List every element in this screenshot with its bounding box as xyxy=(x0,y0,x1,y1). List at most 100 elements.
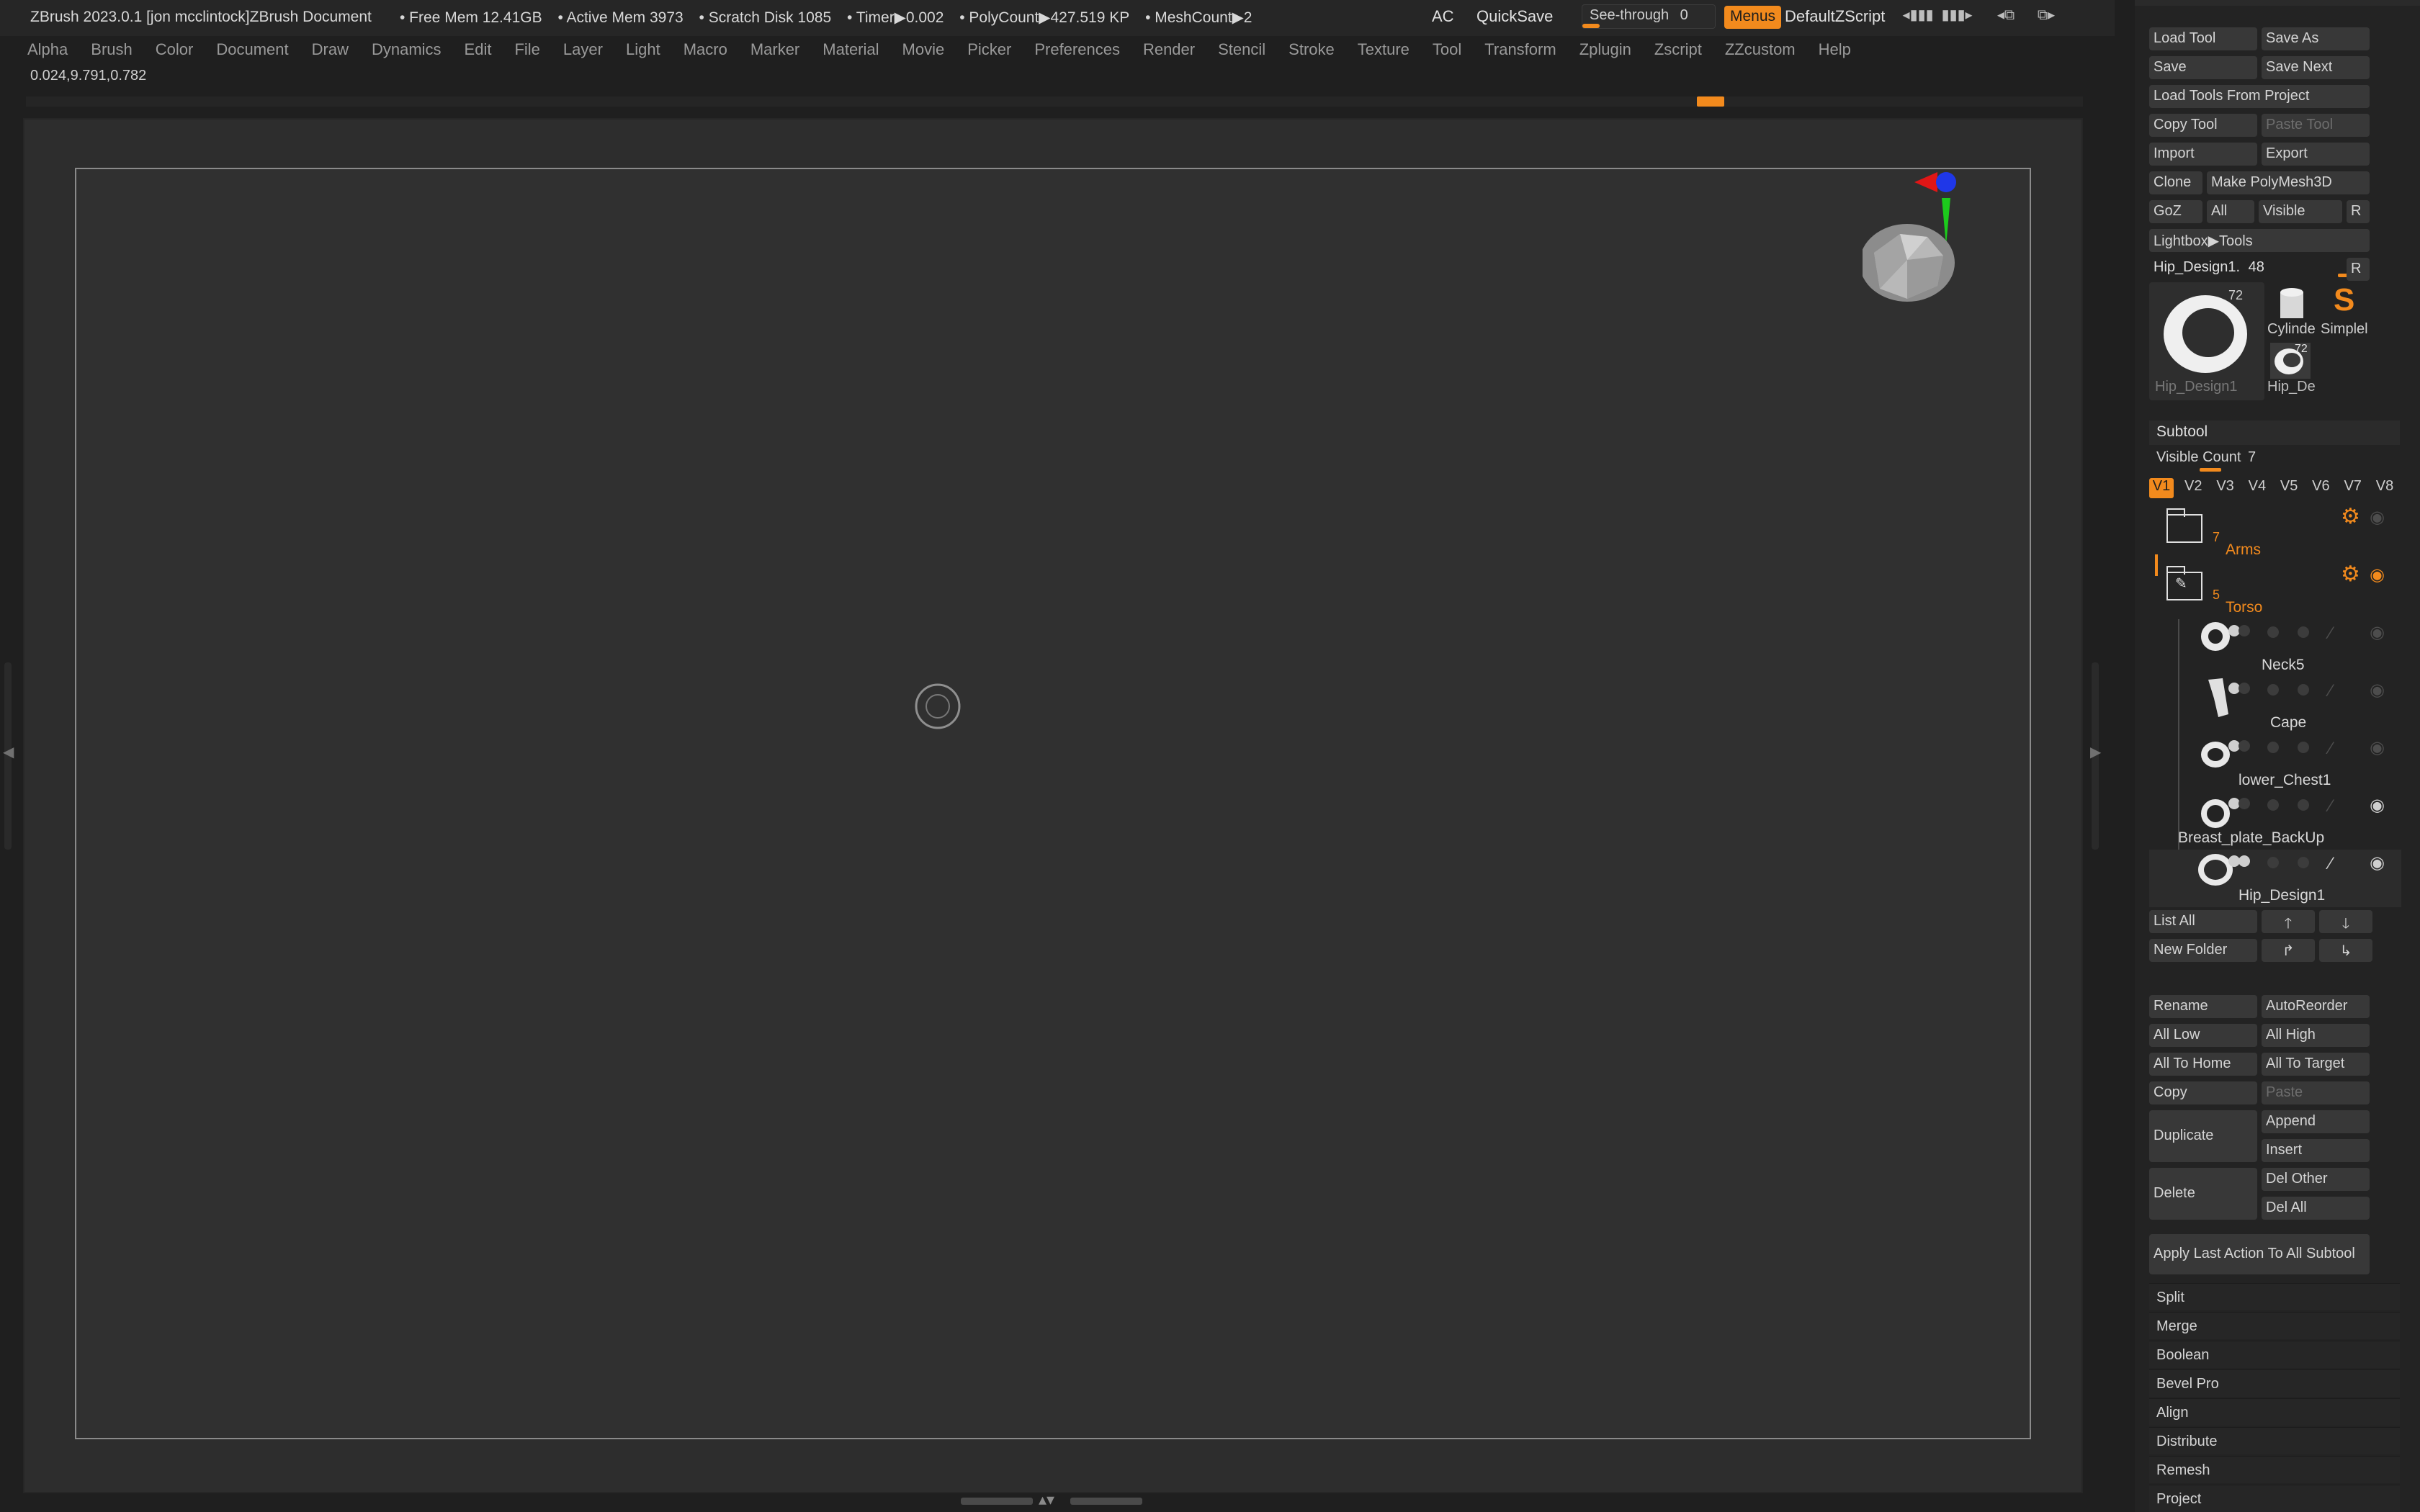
mask-dot[interactable] xyxy=(2298,684,2309,696)
load-tool-button[interactable]: Load Tool xyxy=(2149,27,2257,50)
solo-dot[interactable] xyxy=(2238,855,2250,867)
brush-icon[interactable]: ⁄ xyxy=(2329,681,2332,701)
visibility-eye-icon[interactable]: ◉ xyxy=(2370,795,2385,816)
load-tools-from-project-button[interactable]: Load Tools From Project xyxy=(2149,85,2370,108)
save-button[interactable]: Save xyxy=(2149,56,2257,79)
menu-zscript[interactable]: Zscript xyxy=(1654,40,1702,59)
document-canvas[interactable] xyxy=(75,168,2031,1439)
navigation-gizmo[interactable] xyxy=(1863,166,1963,325)
tool-thumbnail-simplebrush[interactable]: S Simplel xyxy=(2318,282,2380,341)
menu-transform[interactable]: Transform xyxy=(1484,40,1556,59)
all-to-target-button[interactable]: All To Target xyxy=(2262,1053,2370,1076)
menu-dynamics[interactable]: Dynamics xyxy=(372,40,442,59)
default-zscript-button[interactable]: DefaultZScript xyxy=(1785,7,1885,26)
solo-dot[interactable] xyxy=(2238,798,2250,809)
mask-dot[interactable] xyxy=(2298,857,2309,868)
remesh-section[interactable]: Remesh xyxy=(2149,1456,2400,1483)
brush-icon[interactable]: ⁄ xyxy=(2329,624,2332,644)
insert-button[interactable]: Insert xyxy=(2262,1139,2370,1162)
menu-zplugin[interactable]: Zplugin xyxy=(1579,40,1631,59)
left-tray-handle[interactable]: ◀ xyxy=(0,662,16,850)
menus-toggle[interactable]: Menus xyxy=(1724,6,1782,29)
menu-color[interactable]: Color xyxy=(156,40,194,59)
ui-expand-icon[interactable]: ▮▮▮▸ xyxy=(1940,6,1973,27)
all-high-button[interactable]: All High xyxy=(2262,1024,2370,1047)
visibility-eye-icon[interactable]: ◉ xyxy=(2370,852,2385,873)
menu-document[interactable]: Document xyxy=(216,40,288,59)
vset-tab-v4[interactable]: V4 xyxy=(2245,478,2269,498)
mask-dot[interactable] xyxy=(2298,742,2309,753)
menu-texture[interactable]: Texture xyxy=(1358,40,1410,59)
goz-r-button[interactable]: R xyxy=(2347,200,2370,223)
goz-all-button[interactable]: All xyxy=(2207,200,2254,223)
menu-edit[interactable]: Edit xyxy=(465,40,492,59)
vset-tab-v1[interactable]: V1 xyxy=(2149,478,2174,498)
new-folder-button[interactable]: New Folder xyxy=(2149,939,2257,962)
menu-picker[interactable]: Picker xyxy=(967,40,1011,59)
clone-button[interactable]: Clone xyxy=(2149,171,2202,194)
goz-button[interactable]: GoZ xyxy=(2149,200,2202,223)
menu-zzcustom[interactable]: ZZcustom xyxy=(1725,40,1796,59)
bevel-pro-section[interactable]: Bevel Pro xyxy=(2149,1369,2400,1397)
menu-alpha[interactable]: Alpha xyxy=(27,40,68,59)
tool-thumbnail-hip-de[interactable]: 72 Hip_De xyxy=(2264,341,2318,400)
lock-dot[interactable] xyxy=(2267,626,2279,638)
tool-thumbnail-main[interactable]: 72 Hip_Design1 xyxy=(2149,282,2264,400)
menu-material[interactable]: Material xyxy=(823,40,879,59)
lock-dot[interactable] xyxy=(2267,857,2279,868)
del-all-button[interactable]: Del All xyxy=(2262,1197,2370,1220)
mask-dot[interactable] xyxy=(2298,626,2309,638)
merge-section[interactable]: Merge xyxy=(2149,1312,2400,1339)
lock-dot[interactable] xyxy=(2267,684,2279,696)
project-section[interactable]: Project xyxy=(2149,1485,2400,1512)
ac-button[interactable]: AC xyxy=(1432,7,1454,26)
layout-icon[interactable]: ⧉▸ xyxy=(2030,6,2063,27)
menu-movie[interactable]: Movie xyxy=(902,40,945,59)
vset-tab-v5[interactable]: V5 xyxy=(2277,478,2301,498)
duplicate-button[interactable]: Duplicate xyxy=(2149,1110,2257,1162)
del-other-button[interactable]: Del Other xyxy=(2262,1168,2370,1191)
vset-tab-v7[interactable]: V7 xyxy=(2341,478,2365,498)
subtool-item-neck5[interactable]: ⁄ ◉ Neck5 xyxy=(2149,619,2401,677)
brush-icon[interactable]: ⁄ xyxy=(2329,796,2332,816)
copy-tool-button[interactable]: Copy Tool xyxy=(2149,114,2257,137)
autoreorder-button[interactable]: AutoReorder xyxy=(2262,995,2370,1018)
rename-button[interactable]: Rename xyxy=(2149,995,2257,1018)
mask-dot[interactable] xyxy=(2298,799,2309,811)
subtool-header[interactable]: Subtool xyxy=(2149,420,2400,445)
move-into-folder-button[interactable]: ↱ xyxy=(2262,939,2315,962)
menu-stroke[interactable]: Stroke xyxy=(1289,40,1335,59)
delete-button[interactable]: Delete xyxy=(2149,1168,2257,1220)
vset-tab-v2[interactable]: V2 xyxy=(2181,478,2205,498)
menu-layer[interactable]: Layer xyxy=(563,40,603,59)
tool-r-button[interactable]: R xyxy=(2347,258,2370,281)
goz-visible-button[interactable]: Visible xyxy=(2259,200,2342,223)
apply-last-action-button[interactable]: Apply Last Action To All Subtool xyxy=(2149,1234,2370,1274)
distribute-section[interactable]: Distribute xyxy=(2149,1427,2400,1454)
menu-light[interactable]: Light xyxy=(626,40,660,59)
solo-dot[interactable] xyxy=(2238,625,2250,636)
move-out-folder-button[interactable]: ↳ xyxy=(2319,939,2372,962)
boolean-section[interactable]: Boolean xyxy=(2149,1341,2400,1368)
align-section[interactable]: Align xyxy=(2149,1398,2400,1426)
vset-tab-v8[interactable]: V8 xyxy=(2372,478,2397,498)
lock-dot[interactable] xyxy=(2267,799,2279,811)
paste-tool-button[interactable]: Paste Tool xyxy=(2262,114,2370,137)
copy-subtool-button[interactable]: Copy xyxy=(2149,1081,2257,1104)
menu-brush[interactable]: Brush xyxy=(91,40,132,59)
menu-render[interactable]: Render xyxy=(1143,40,1195,59)
visibility-eye-icon[interactable]: ◉ xyxy=(2370,507,2385,528)
list-all-button[interactable]: List All xyxy=(2149,910,2257,933)
right-tray-handle[interactable]: ▶ xyxy=(2087,662,2103,850)
lightbox-tools-button[interactable]: Lightbox▶Tools xyxy=(2149,229,2370,252)
solo-dot[interactable] xyxy=(2238,740,2250,752)
export-button[interactable]: Export xyxy=(2262,143,2370,166)
menu-draw[interactable]: Draw xyxy=(312,40,349,59)
folder-gear-icon[interactable]: ⚙ xyxy=(2341,562,2360,587)
append-button[interactable]: Append xyxy=(2262,1110,2370,1133)
all-low-button[interactable]: All Low xyxy=(2149,1024,2257,1047)
menu-file[interactable]: File xyxy=(514,40,539,59)
brush-icon[interactable]: ⁄ xyxy=(2329,739,2332,759)
default-ui-icon[interactable]: ◂⧉ xyxy=(1989,6,2022,27)
ui-contract-icon[interactable]: ◂▮▮▮ xyxy=(1901,6,1935,27)
